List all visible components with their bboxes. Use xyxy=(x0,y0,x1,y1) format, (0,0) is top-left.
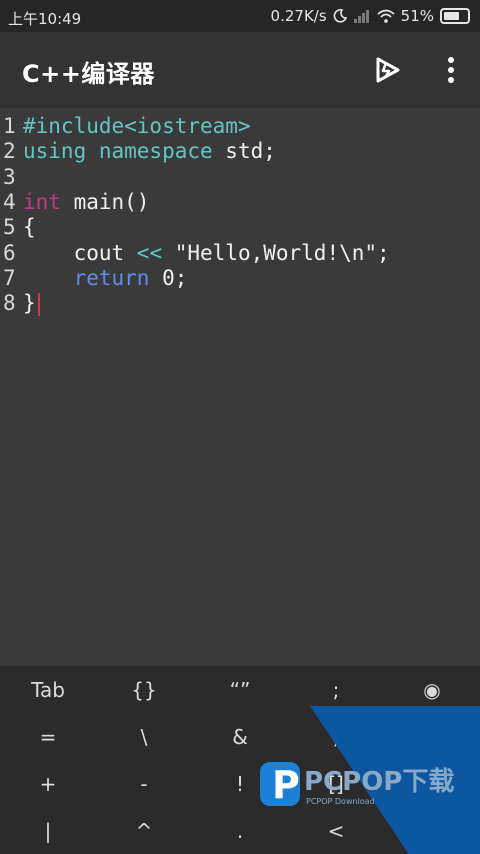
code-token: return xyxy=(73,265,150,290)
code-line[interactable]: 2 using namespace std; xyxy=(0,139,276,164)
code-line[interactable]: 6 cout << "Hello,World!\n"; xyxy=(0,241,390,266)
code-token: int xyxy=(23,189,61,214)
code-token: << xyxy=(136,240,163,265)
code-token: "Hello,World!\n"; xyxy=(162,240,390,265)
line-number: 3 xyxy=(3,164,16,189)
watermark-brand: PCPOP下载 xyxy=(304,767,454,797)
network-speed: 0.27K/s xyxy=(270,7,327,25)
key-button[interactable]: < xyxy=(288,807,384,854)
code-token: { xyxy=(23,215,36,240)
code-token: } xyxy=(23,291,36,316)
code-token: 0; xyxy=(149,265,188,290)
key-button[interactable]: - xyxy=(96,760,192,807)
code-line[interactable]: 7 return 0; xyxy=(0,266,187,291)
status-right: 0.27K/s 51% xyxy=(271,7,470,25)
code-line[interactable]: 5{ xyxy=(0,215,36,240)
key-button[interactable]: ; xyxy=(288,666,384,713)
watermark-sub: PCPOP Download xyxy=(306,797,375,806)
status-bar: 上午10:49 0.27K/s 51% xyxy=(0,0,480,32)
run-icon[interactable] xyxy=(372,54,404,86)
code-line[interactable]: 4 int main() xyxy=(0,190,149,215)
key-button[interactable]: “” xyxy=(192,666,288,713)
text-cursor xyxy=(37,292,40,316)
line-number: 6 xyxy=(3,240,16,265)
status-time: 上午10:49 xyxy=(8,10,82,28)
code-line[interactable]: 8} xyxy=(0,291,40,316)
line-number: 8 xyxy=(3,291,16,316)
battery-icon xyxy=(440,8,470,24)
key-button[interactable]: & xyxy=(192,713,288,760)
watermark-logo: P PCPOP下载 PCPOP Download xyxy=(260,762,454,807)
svg-text:P: P xyxy=(272,763,300,807)
app-title: C++编译器 xyxy=(22,60,155,88)
line-number: 7 xyxy=(3,265,16,290)
wifi-icon xyxy=(377,9,395,23)
key-button[interactable]: Tab xyxy=(0,666,96,713)
key-button[interactable]: = xyxy=(0,713,96,760)
code-line[interactable]: 3 xyxy=(0,165,23,190)
battery-percent: 51% xyxy=(400,7,434,25)
code-token: #include<iostream> xyxy=(23,114,251,138)
app-bar: C++编译器 xyxy=(0,32,480,108)
line-number: 2 xyxy=(3,139,16,164)
code-token: std; xyxy=(212,139,276,164)
signal-icon xyxy=(353,10,369,23)
key-button[interactable]: \ xyxy=(96,713,192,760)
record-icon[interactable]: ◉ xyxy=(384,666,480,713)
key-button[interactable]: {} xyxy=(96,666,192,713)
moon-icon xyxy=(333,9,347,23)
code-token: using namespace xyxy=(23,139,213,164)
key-button[interactable]: . xyxy=(192,807,288,854)
line-number: 1 xyxy=(3,114,16,138)
code-editor[interactable]: 1 #include<iostream> 2 using namespace std;… xyxy=(0,108,480,666)
key-button[interactable]: | xyxy=(0,807,96,854)
code-token: cout xyxy=(23,240,137,265)
line-number: 4 xyxy=(3,189,16,214)
key-button[interactable]: ^ xyxy=(96,807,192,854)
more-vert-icon[interactable] xyxy=(435,54,467,86)
key-button[interactable]: + xyxy=(0,760,96,807)
line-number: 5 xyxy=(3,215,16,240)
code-line[interactable]: 1 #include<iostream> xyxy=(0,114,251,139)
code-token: main() xyxy=(60,189,150,214)
